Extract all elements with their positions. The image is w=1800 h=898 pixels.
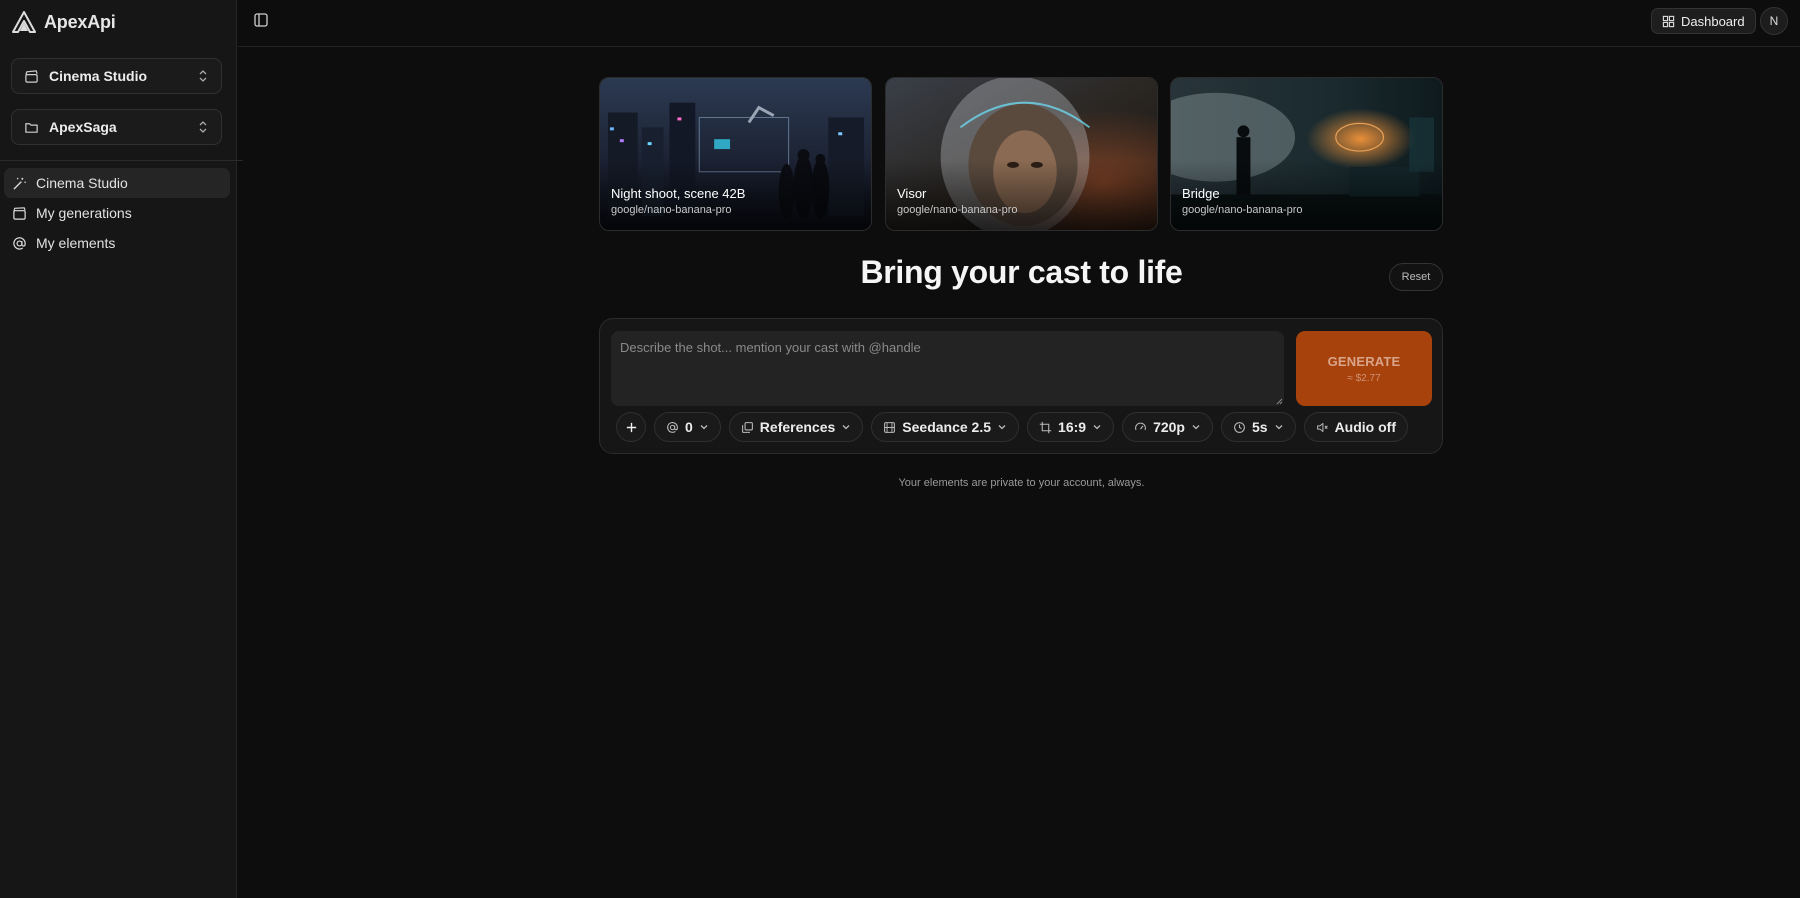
dashboard-label: Dashboard	[1681, 13, 1745, 29]
references-label: References	[759, 419, 836, 435]
gauge-icon	[1135, 422, 1146, 430]
audio-label: Audio off	[1334, 419, 1396, 435]
images-icon	[741, 421, 753, 433]
example-card-bridge[interactable]: Bridge google/nano-banana-pro	[1170, 77, 1443, 231]
chevron-down-icon	[1192, 425, 1200, 430]
generate-button[interactable]: GENERATE ≈ $2.77	[1296, 331, 1432, 406]
references-dropdown[interactable]: References	[728, 412, 864, 442]
folder-icon	[24, 120, 39, 135]
plus-icon	[626, 422, 636, 432]
card-title: Visor	[897, 186, 927, 201]
chevron-down-icon	[842, 425, 850, 430]
card-model: google/nano-banana-pro	[1182, 204, 1303, 216]
dashboard-button[interactable]: Dashboard	[1651, 8, 1756, 34]
chevron-up-down-icon	[197, 120, 209, 134]
dashboard-grid-icon	[1662, 15, 1675, 27]
app-logo[interactable]: ApexApi	[12, 10, 116, 34]
card-model: google/nano-banana-pro	[611, 204, 732, 216]
workspace-label: Cinema Studio	[49, 68, 148, 84]
generate-label: GENERATE	[1327, 353, 1401, 369]
example-cards: Night shoot, scene 42B google/nano-banan…	[599, 77, 1443, 231]
card-title: Bridge	[1182, 186, 1220, 201]
card-title: Night shoot, scene 42B	[611, 186, 746, 201]
app-name: ApexApi	[44, 11, 116, 32]
sidebar-item-label: Cinema Studio	[36, 175, 128, 191]
apex-logo-icon	[12, 11, 36, 33]
example-card-visor[interactable]: Visor google/nano-banana-pro	[885, 77, 1158, 231]
sidebar-item-cinema-studio[interactable]: Cinema Studio	[4, 168, 230, 198]
prompt-input[interactable]	[611, 331, 1284, 406]
page-title: Bring your cast to life	[860, 254, 1183, 290]
speaker-muted-icon	[1316, 422, 1328, 432]
chevron-up-down-icon	[197, 69, 209, 83]
card-shade	[886, 160, 1157, 230]
magic-wand-icon	[13, 177, 26, 190]
reset-button[interactable]: Reset	[1389, 263, 1443, 291]
sidebar: ApexApi Cinema Studio ApexSaga Cinema St…	[0, 0, 243, 898]
sidebar-item-my-generations[interactable]: My generations	[4, 198, 230, 228]
sidebar-divider	[0, 160, 243, 161]
prompt-composer: GENERATE ≈ $2.77 0 References Seedance 2…	[599, 318, 1443, 454]
composer-toolbar: 0 References Seedance 2.5 16:9 720p 5s A…	[616, 411, 1408, 443]
duration-dropdown[interactable]: 5s	[1220, 412, 1296, 442]
workspace-selector[interactable]: Cinema Studio	[11, 58, 222, 94]
project-label: ApexSaga	[49, 119, 117, 135]
resolution-dropdown[interactable]: 720p	[1122, 412, 1213, 442]
at-sign-icon	[667, 421, 678, 433]
aspect-ratio-dropdown[interactable]: 16:9	[1027, 412, 1115, 442]
at-sign-icon	[13, 236, 26, 250]
top-header: Dashboard N	[238, 0, 1800, 47]
aspect-ratio-label: 16:9	[1058, 419, 1087, 435]
crop-icon	[1039, 421, 1052, 433]
add-button[interactable]	[616, 412, 646, 442]
resize-handle-icon[interactable]	[1276, 398, 1283, 405]
sidebar-item-label: My elements	[36, 235, 116, 251]
duration-label: 5s	[1251, 419, 1268, 435]
sidebar-item-my-elements[interactable]: My elements	[4, 228, 230, 258]
resolution-label: 720p	[1153, 419, 1185, 435]
user-avatar[interactable]: N	[1760, 7, 1788, 35]
privacy-note: Your elements are private to your accoun…	[898, 477, 1145, 489]
audio-toggle[interactable]: Audio off	[1303, 412, 1408, 442]
example-card-night-shoot[interactable]: Night shoot, scene 42B google/nano-banan…	[599, 77, 872, 231]
chevron-down-icon	[700, 425, 708, 430]
generate-cost: ≈ $2.77	[1347, 372, 1381, 384]
film-icon	[13, 206, 26, 220]
clock-icon	[1234, 421, 1245, 433]
sidebar-toggle-icon[interactable]	[252, 11, 270, 29]
project-selector[interactable]: ApexSaga	[11, 109, 222, 145]
film-strip-icon	[884, 421, 896, 433]
chevron-down-icon	[1275, 425, 1283, 430]
sidebar-item-label: My generations	[36, 205, 132, 221]
clapperboard-icon	[24, 69, 39, 84]
mentions-dropdown[interactable]: 0	[654, 412, 721, 442]
model-dropdown[interactable]: Seedance 2.5	[871, 412, 1020, 442]
card-model: google/nano-banana-pro	[897, 204, 1018, 216]
chevron-down-icon	[998, 425, 1006, 430]
chevron-down-icon	[1093, 425, 1101, 430]
model-label: Seedance 2.5	[902, 419, 992, 435]
mentions-count: 0	[685, 419, 693, 435]
sidebar-nav: Cinema Studio My generations My elements	[4, 168, 230, 258]
